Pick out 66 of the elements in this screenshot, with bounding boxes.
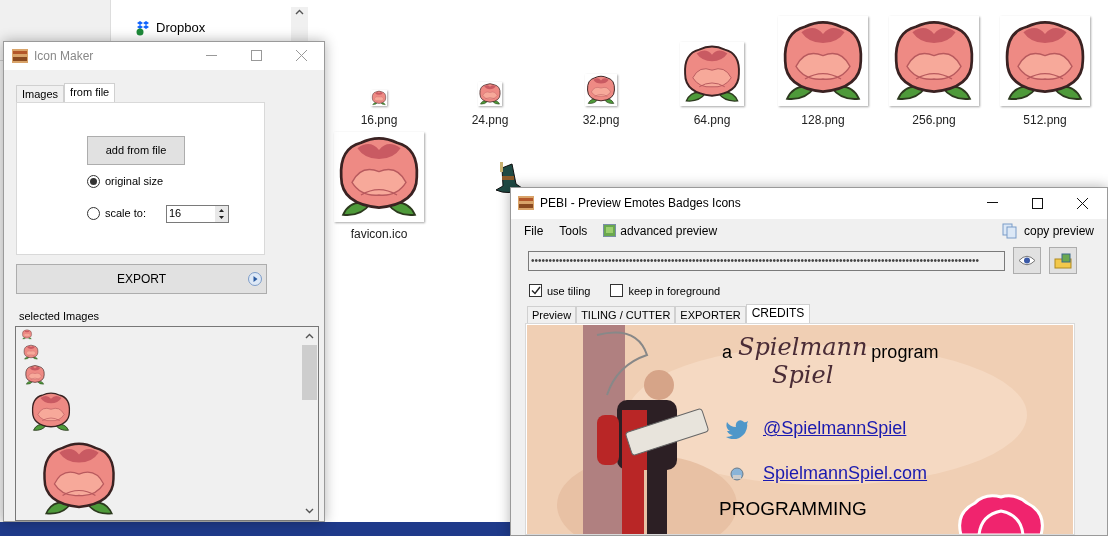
add-from-file-button[interactable]: add from file [87,135,185,165]
app-icon [12,48,28,63]
preview-button[interactable] [1013,247,1041,275]
checkbox[interactable] [529,284,542,298]
tab[interactable]: TILING / CUTTER [576,306,676,324]
file-name[interactable]: 64.png [693,111,731,129]
peony-icon [585,74,617,106]
checkbox[interactable] [610,284,624,298]
file-name[interactable]: 32.png [582,111,620,129]
credits-text: program [871,341,939,365]
radio-button[interactable] [87,207,100,220]
radio-button[interactable] [87,175,100,188]
scroll-up-icon[interactable] [295,9,304,15]
logo-text: Spiel [772,361,834,390]
app-icon [518,196,534,211]
credits-heading: PROGRAMMING [719,497,867,522]
copy-preview-button[interactable]: copy preview [1001,221,1094,240]
spinner-icon[interactable] [214,205,228,222]
scroll-thumb[interactable] [302,345,317,400]
file-name[interactable]: 512.png [1023,111,1067,129]
menu-item[interactable]: Tools [559,221,588,240]
box-icon [135,19,151,36]
tab[interactable]: Preview [527,306,577,324]
twitter-link[interactable]: @SpielmannSpiel [763,415,907,443]
checkbox-label[interactable]: keep in foreground [628,282,721,300]
tab[interactable]: Images [16,84,65,102]
path-field[interactable]: •••••••••••••••••••••••••••••••••••••••••••••••••••••••••••••••••••••••••••••••••••••••••••••••••••••••••••••••••••••••••••••••• [528,250,1005,271]
file-name[interactable]: 128.png [801,111,845,129]
website-link[interactable]: SpielmannSpiel.com [763,460,928,488]
maximize-icon[interactable] [1032,197,1043,209]
scroll-up-icon[interactable] [305,333,314,339]
window-title: PEBI - Preview Emotes Badges Icons [540,195,741,213]
peony-icon [478,82,502,106]
eye-icon [1018,255,1036,267]
nav-item[interactable]: Dropbox [135,18,206,38]
credits-text: a [722,341,732,365]
file-name[interactable]: 24.png [471,111,509,129]
menu-item[interactable]: File [524,221,544,240]
copy-icon [1001,222,1018,239]
logo-text: Spielmann [738,333,868,362]
menu-item[interactable]: advanced preview [603,221,718,240]
open-folder-button[interactable] [1049,247,1077,275]
checkbox-label[interactable]: use tiling [547,282,591,300]
list-label: selected Images [19,308,101,324]
globe-icon [730,466,744,481]
tab[interactable]: EXPORTER [675,306,746,324]
export-button[interactable]: EXPORT [16,263,267,294]
bird-icon [725,418,749,439]
scroll-down-icon[interactable] [305,508,314,514]
radio-label[interactable]: scale to: [105,205,146,222]
scrollbar[interactable] [291,7,308,43]
tab[interactable]: CREDITS [745,304,811,324]
folder-icon [1054,252,1072,269]
file-name[interactable]: favicon.ico [350,225,408,243]
image-icon [603,224,617,238]
minimize-icon[interactable] [987,202,998,205]
close-icon[interactable] [1077,197,1088,209]
tab[interactable]: from file [64,82,116,102]
peony-icon [371,90,387,106]
peony-icon [19,329,35,340]
play-icon [248,271,262,286]
radio-label[interactable]: original size [105,173,164,190]
file-name[interactable]: 16.png [360,111,398,129]
window-title: Icon Maker [34,47,94,65]
number-field[interactable]: 16 [165,204,229,223]
file-name[interactable]: 256.png [912,111,956,129]
